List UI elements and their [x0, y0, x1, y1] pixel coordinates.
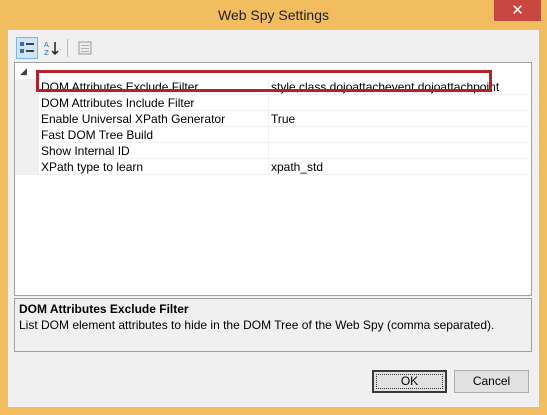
- property-row[interactable]: DOM Attributes Include Filter: [39, 95, 529, 111]
- column-divider[interactable]: [268, 95, 269, 111]
- alphabetical-icon: A Z: [44, 41, 59, 56]
- column-divider[interactable]: [268, 79, 269, 95]
- property-name: Show Internal ID: [41, 144, 130, 158]
- categorized-icon: [20, 42, 34, 53]
- title-bar[interactable]: Web Spy Settings ✕: [0, 0, 547, 30]
- property-row[interactable]: DOM Attributes Exclude Filter style,clas…: [39, 79, 529, 95]
- property-name: Enable Universal XPath Generator: [41, 112, 226, 126]
- cancel-button-label: Cancel: [472, 374, 511, 388]
- property-value[interactable]: [271, 96, 526, 110]
- property-pages-button[interactable]: [74, 37, 96, 59]
- column-divider[interactable]: [268, 143, 269, 159]
- description-text: List DOM element attributes to hide in t…: [19, 318, 495, 332]
- alphabetical-button[interactable]: A Z: [40, 37, 62, 59]
- property-name: XPath type to learn: [41, 160, 144, 174]
- property-row[interactable]: Enable Universal XPath Generator True: [39, 111, 529, 127]
- cancel-button[interactable]: Cancel: [454, 370, 529, 393]
- grid-margin: [15, 79, 39, 175]
- collapse-triangle-icon[interactable]: ◢: [20, 66, 27, 77]
- categorized-button[interactable]: [16, 37, 38, 59]
- category-row[interactable]: ◢: [15, 65, 529, 79]
- close-icon: ✕: [511, 2, 524, 19]
- focus-rectangle: [376, 374, 443, 389]
- description-title: DOM Attributes Exclude Filter: [19, 302, 189, 316]
- description-panel: DOM Attributes Exclude Filter List DOM e…: [14, 298, 532, 352]
- column-divider[interactable]: [268, 111, 269, 127]
- property-name: DOM Attributes Exclude Filter: [41, 80, 199, 94]
- property-pages-icon: [78, 41, 92, 55]
- toolbar-separator: [67, 39, 68, 57]
- property-name: Fast DOM Tree Build: [41, 128, 154, 142]
- property-row[interactable]: Fast DOM Tree Build: [39, 127, 529, 143]
- property-value[interactable]: [271, 144, 526, 158]
- dialog-body: A Z ◢ DOM Attributes Exclude Filter styl…: [8, 30, 539, 407]
- settings-window: Web Spy Settings ✕ A Z ◢ DOM Attributes …: [0, 0, 547, 415]
- property-value[interactable]: True: [271, 112, 526, 126]
- property-value[interactable]: xpath_std: [271, 160, 526, 174]
- close-button[interactable]: ✕: [494, 0, 541, 21]
- property-grid-toolbar: A Z: [14, 36, 534, 60]
- svg-text:A: A: [44, 41, 49, 49]
- column-divider[interactable]: [268, 127, 269, 143]
- property-row[interactable]: XPath type to learn xpath_std: [39, 159, 529, 175]
- property-value[interactable]: [271, 128, 526, 142]
- ok-button[interactable]: OK: [372, 370, 447, 393]
- svg-text:Z: Z: [44, 49, 49, 56]
- property-grid[interactable]: ◢ DOM Attributes Exclude Filter style,cl…: [14, 62, 532, 296]
- property-value[interactable]: style,class,dojoattachevent,dojoattachpo…: [271, 80, 526, 94]
- property-row[interactable]: Show Internal ID: [39, 143, 529, 159]
- column-divider[interactable]: [268, 159, 269, 175]
- window-title: Web Spy Settings: [217, 7, 330, 23]
- property-name: DOM Attributes Include Filter: [41, 96, 195, 110]
